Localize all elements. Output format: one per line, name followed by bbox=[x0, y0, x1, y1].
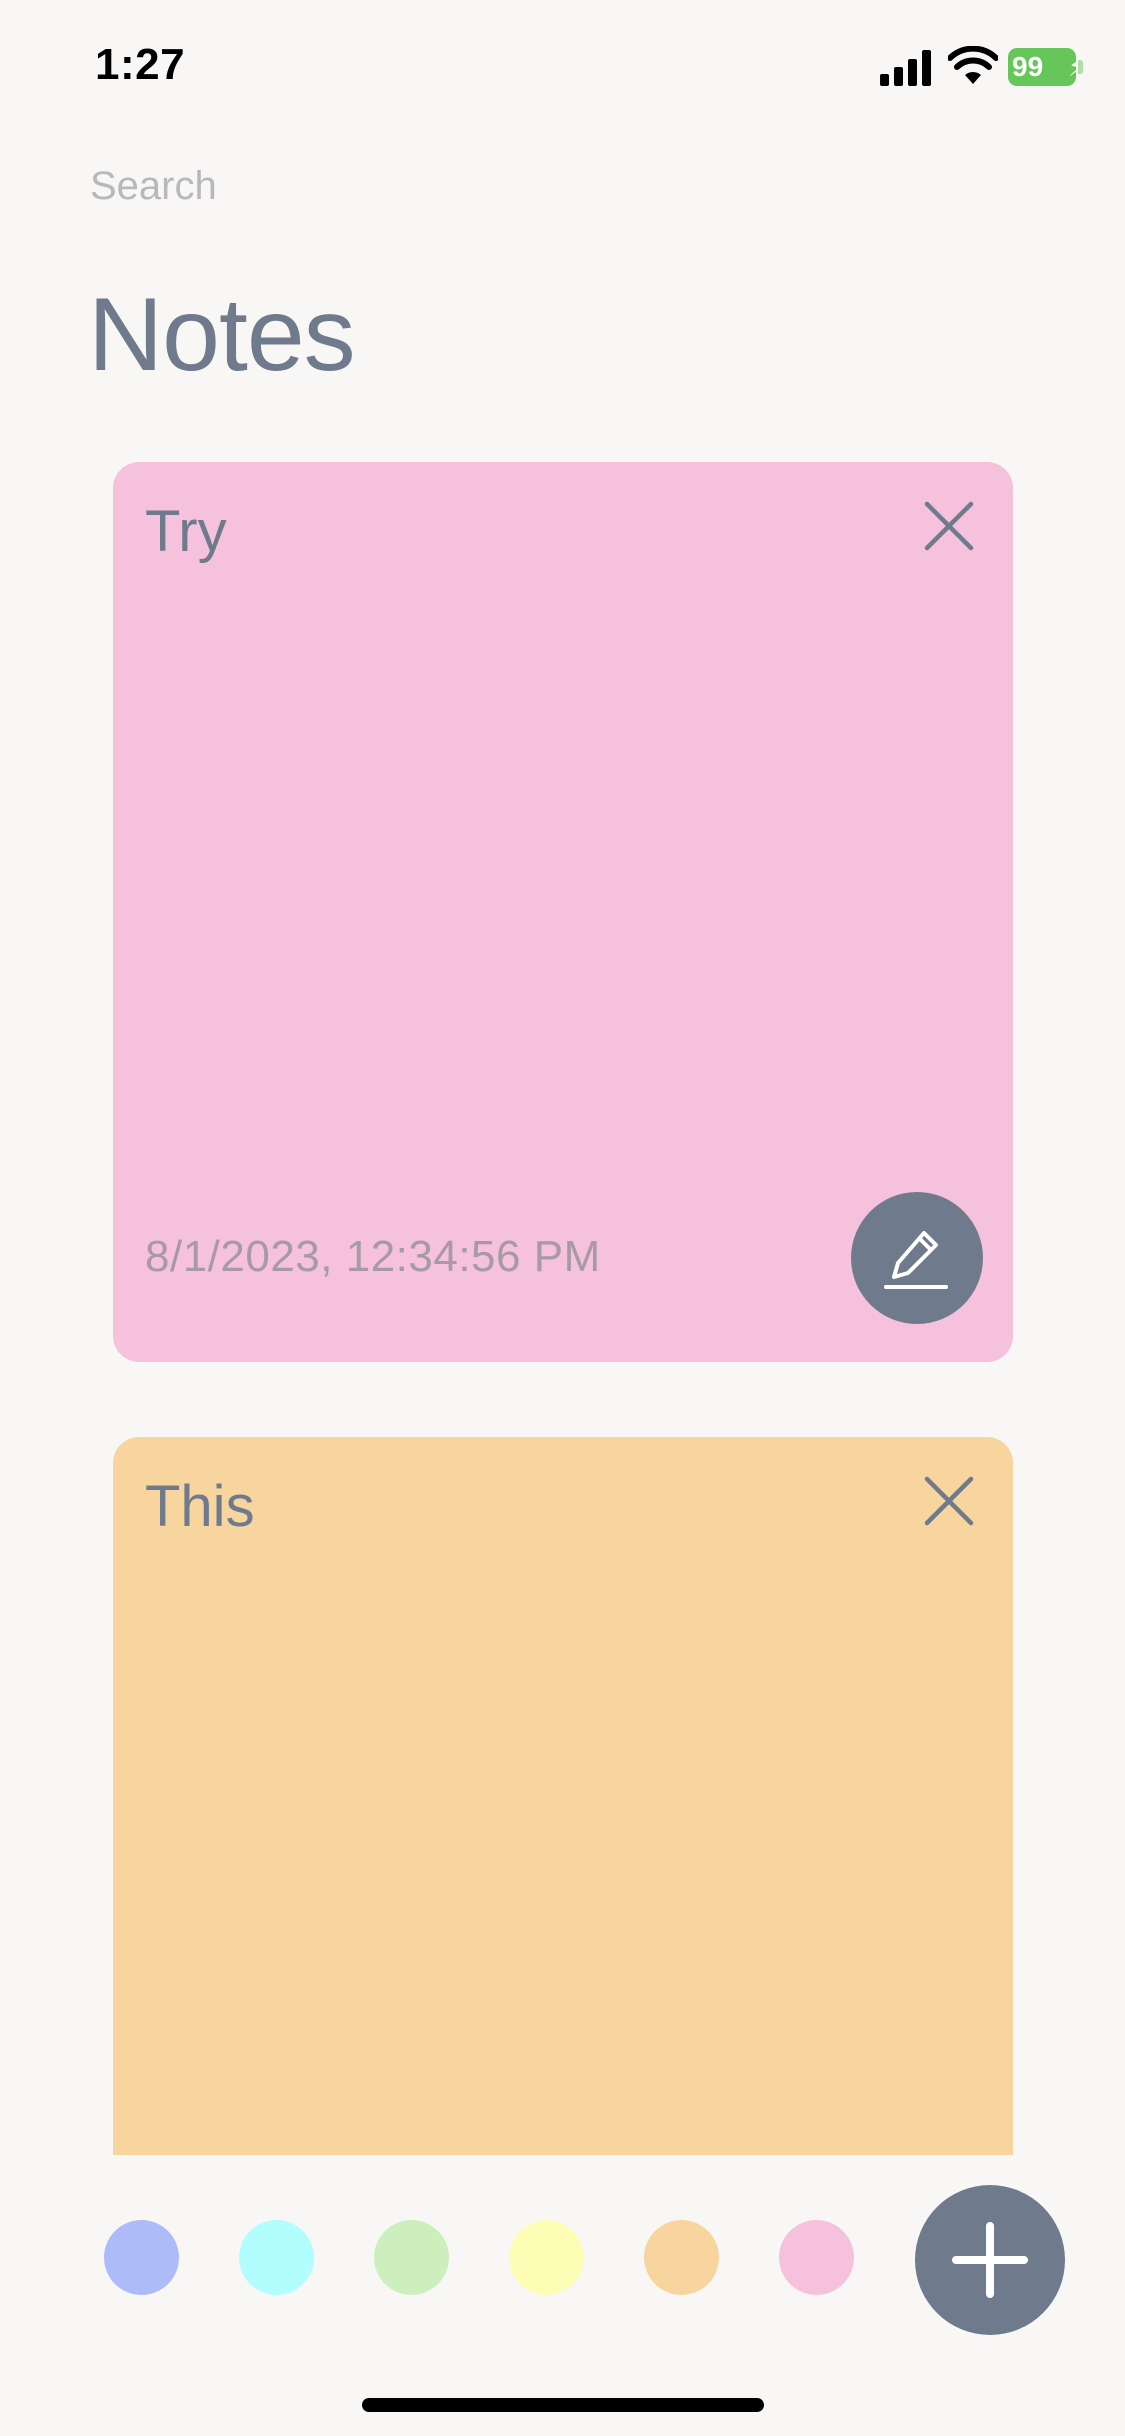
note-card[interactable]: Try 8/1/2023, 12:34:56 PM bbox=[113, 462, 1013, 1362]
wifi-icon bbox=[948, 46, 998, 84]
notes-list[interactable]: Try 8/1/2023, 12:34:56 PM This bbox=[0, 460, 1125, 2155]
status-time: 1:27 bbox=[95, 40, 186, 89]
bottom-bar bbox=[0, 2155, 1125, 2436]
color-swatch-orange[interactable] bbox=[644, 2220, 719, 2295]
note-title: This bbox=[145, 1474, 255, 1539]
color-swatch-green[interactable] bbox=[374, 2220, 449, 2295]
bolt-icon: ⚡ bbox=[1067, 52, 1086, 82]
note-date: 8/1/2023, 12:34:56 PM bbox=[145, 1232, 601, 1281]
color-swatch-cyan[interactable] bbox=[239, 2220, 314, 2295]
color-swatch-pink[interactable] bbox=[779, 2220, 854, 2295]
signal-icon bbox=[880, 50, 931, 86]
close-icon[interactable] bbox=[923, 500, 975, 552]
edit-button[interactable] bbox=[851, 1192, 983, 1324]
note-card[interactable]: This bbox=[113, 1437, 1013, 2155]
search-input[interactable] bbox=[90, 156, 690, 216]
battery-cap bbox=[1078, 60, 1083, 74]
close-icon[interactable] bbox=[923, 1475, 975, 1527]
battery-level: 99 bbox=[1008, 48, 1076, 86]
battery-charging-icon: 99 ⚡ bbox=[1008, 48, 1088, 86]
color-swatch-yellow[interactable] bbox=[509, 2220, 584, 2295]
pencil-icon bbox=[884, 1231, 948, 1289]
status-bar: 1:27 99 ⚡ bbox=[0, 0, 1125, 130]
plus-icon bbox=[952, 2222, 1028, 2298]
home-indicator bbox=[362, 2398, 764, 2412]
page-title: Notes bbox=[88, 277, 356, 393]
add-note-button[interactable] bbox=[915, 2185, 1065, 2335]
color-swatch-blue[interactable] bbox=[104, 2220, 179, 2295]
note-title: Try bbox=[145, 499, 227, 564]
